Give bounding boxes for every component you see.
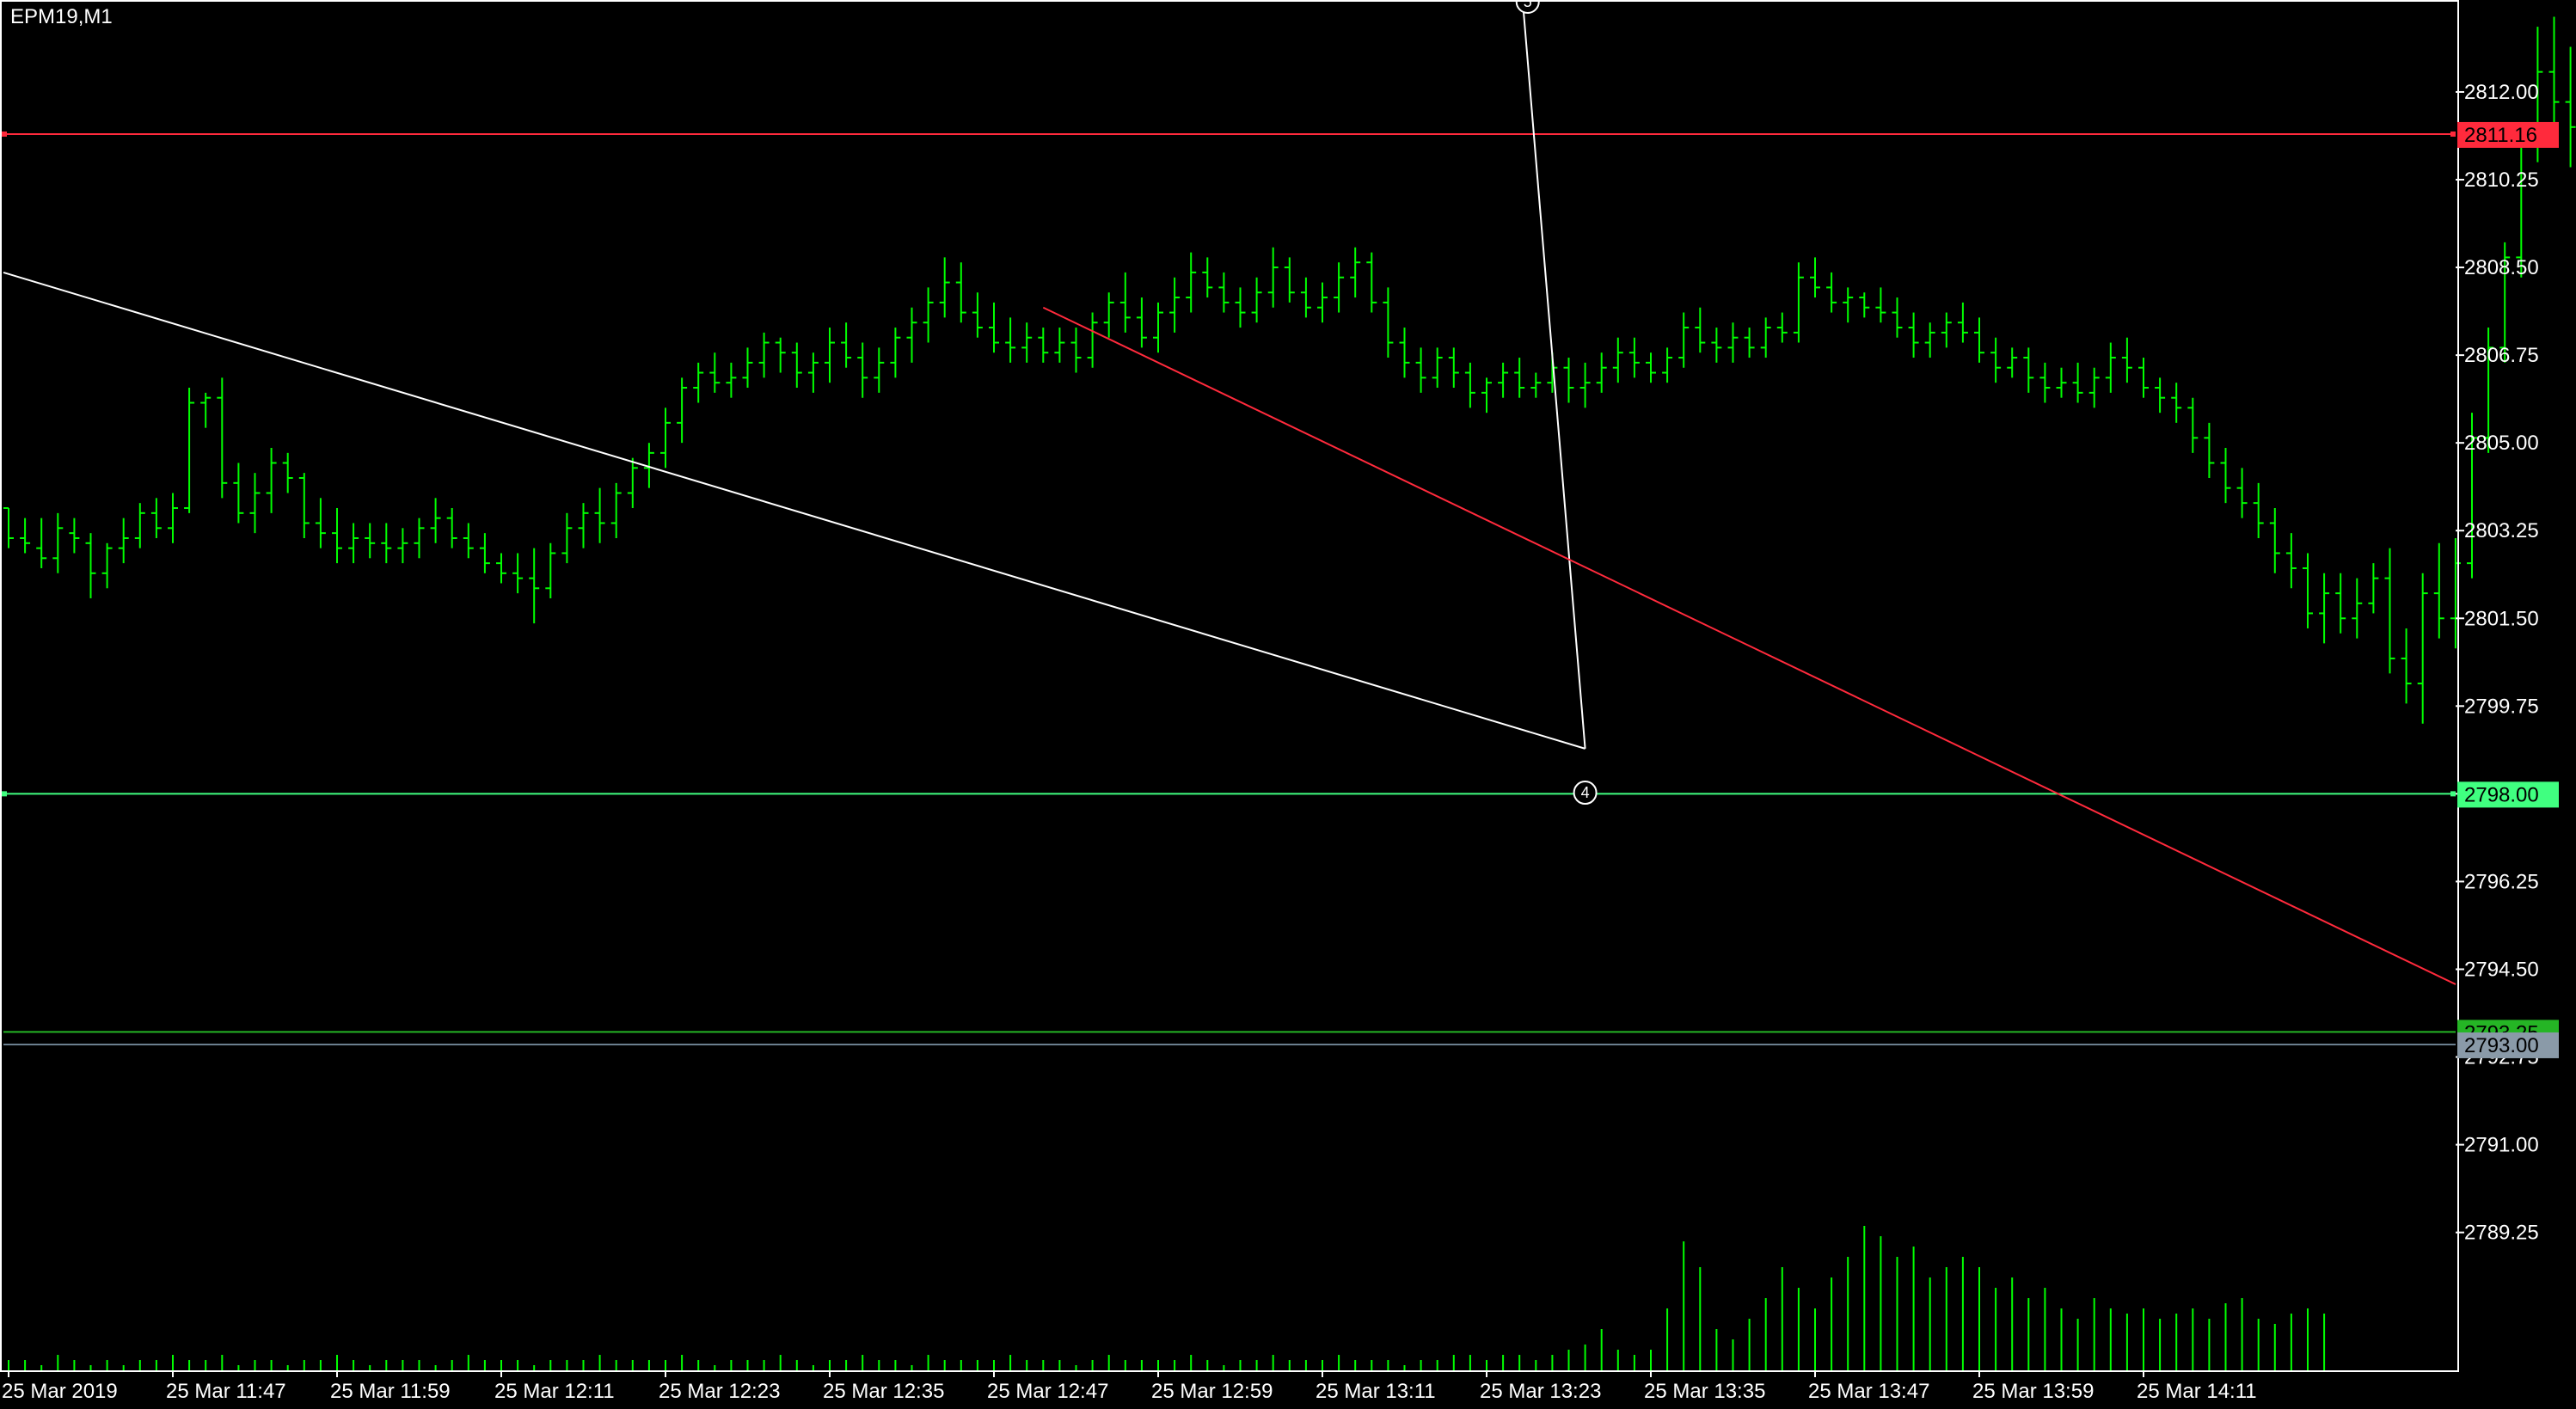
support-price-badge: 2798.00: [2457, 781, 2559, 808]
time-tick-label: 25 Mar 2019: [2, 1380, 118, 1403]
resistance-price-badge: 2811.16: [2457, 121, 2559, 148]
wave-marker-label: 4: [1581, 784, 1590, 801]
price-tick-label: 2794.50: [2464, 958, 2539, 981]
price-tick-label: 2801.50: [2464, 607, 2539, 630]
wave-marker-4: 4: [1573, 781, 1598, 806]
time-tick-label: 25 Mar 13:35: [1644, 1380, 1765, 1403]
price-tick-label: 2812.00: [2464, 81, 2539, 104]
price-badge-label: 2798.00: [2464, 783, 2539, 806]
resistance-anchor-left: [2, 131, 7, 137]
price-tick-label: 2808.50: [2464, 256, 2539, 279]
price-tick-label: 2805.00: [2464, 432, 2539, 455]
time-tick-label: 25 Mar 13:47: [1808, 1380, 1929, 1403]
price-tick-label: 2810.25: [2464, 168, 2539, 192]
price-chart[interactable]: 45 2812.002810.252808.502806.752805.0028…: [0, 0, 2576, 1409]
time-tick-label: 25 Mar 11:47: [166, 1380, 286, 1403]
price-badge-label: 2793.00: [2464, 1034, 2539, 1057]
symbol-timeframe-label: EPM19,M1: [10, 5, 113, 28]
support-anchor-left: [2, 791, 7, 797]
time-tick-label: 25 Mar 12:23: [659, 1380, 780, 1403]
time-tick-label: 25 Mar 12:11: [494, 1380, 615, 1403]
resistance-anchor-right: [2450, 131, 2456, 137]
support-anchor-right: [2450, 791, 2456, 797]
price-tick-label: 2806.75: [2464, 344, 2539, 367]
time-tick-label: 25 Mar 13:11: [1316, 1380, 1436, 1403]
price-tick-label: 2791.00: [2464, 1134, 2539, 1157]
time-tick-label: 25 Mar 13:59: [1972, 1380, 2094, 1403]
time-tick-label: 25 Mar 11:59: [330, 1380, 451, 1403]
ask-price-badge: 2793.00: [2457, 1032, 2559, 1058]
time-tick-label: 25 Mar 14:11: [2137, 1380, 2257, 1403]
time-tick-label: 25 Mar 12:59: [1151, 1380, 1273, 1403]
chart-background: [0, 0, 2576, 1409]
time-tick-label: 25 Mar 13:23: [1480, 1380, 1601, 1403]
time-tick-label: 25 Mar 12:35: [823, 1380, 944, 1403]
price-badge-label: 2811.16: [2464, 124, 2537, 147]
time-tick-label: 25 Mar 12:47: [987, 1380, 1108, 1403]
price-tick-label: 2796.25: [2464, 870, 2539, 893]
price-tick-label: 2789.25: [2464, 1222, 2539, 1245]
price-tick-label: 2803.25: [2464, 519, 2539, 542]
price-tick-label: 2799.75: [2464, 695, 2539, 718]
